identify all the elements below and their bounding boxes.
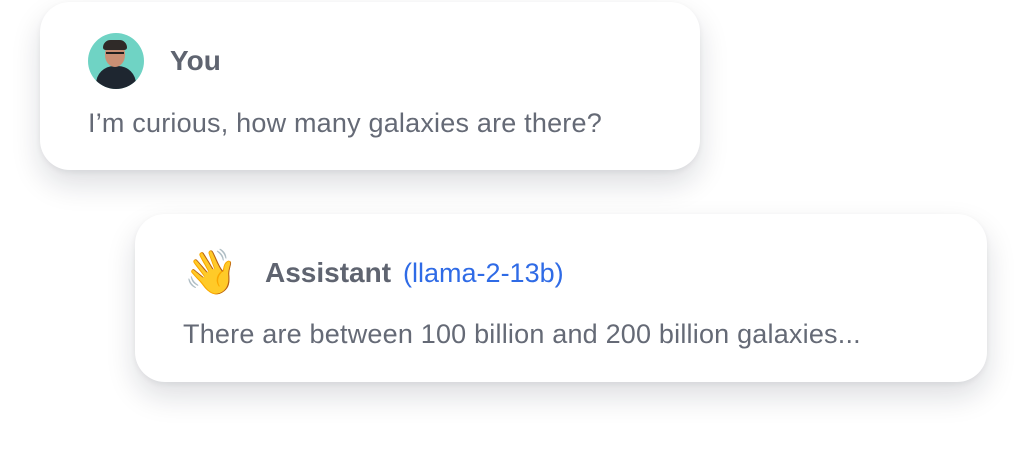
- assistant-name: Assistant: [265, 257, 392, 288]
- assistant-message-card: 👋 Assistant (llama-2-13b) There are betw…: [135, 214, 987, 382]
- assistant-message-header: 👋 Assistant (llama-2-13b): [183, 244, 564, 302]
- user-message-header: You: [88, 32, 221, 90]
- user-message-card: You I’m curious, how many galaxies are t…: [40, 2, 700, 170]
- model-name-label: (llama-2-13b): [403, 257, 564, 288]
- waving-hand-icon: 👋: [183, 247, 239, 298]
- assistant-message-text: There are between 100 billion and 200 bi…: [183, 319, 861, 349]
- user-name: You: [170, 45, 221, 76]
- user-avatar: [88, 33, 144, 89]
- user-message-text: I’m curious, how many galaxies are there…: [88, 108, 602, 138]
